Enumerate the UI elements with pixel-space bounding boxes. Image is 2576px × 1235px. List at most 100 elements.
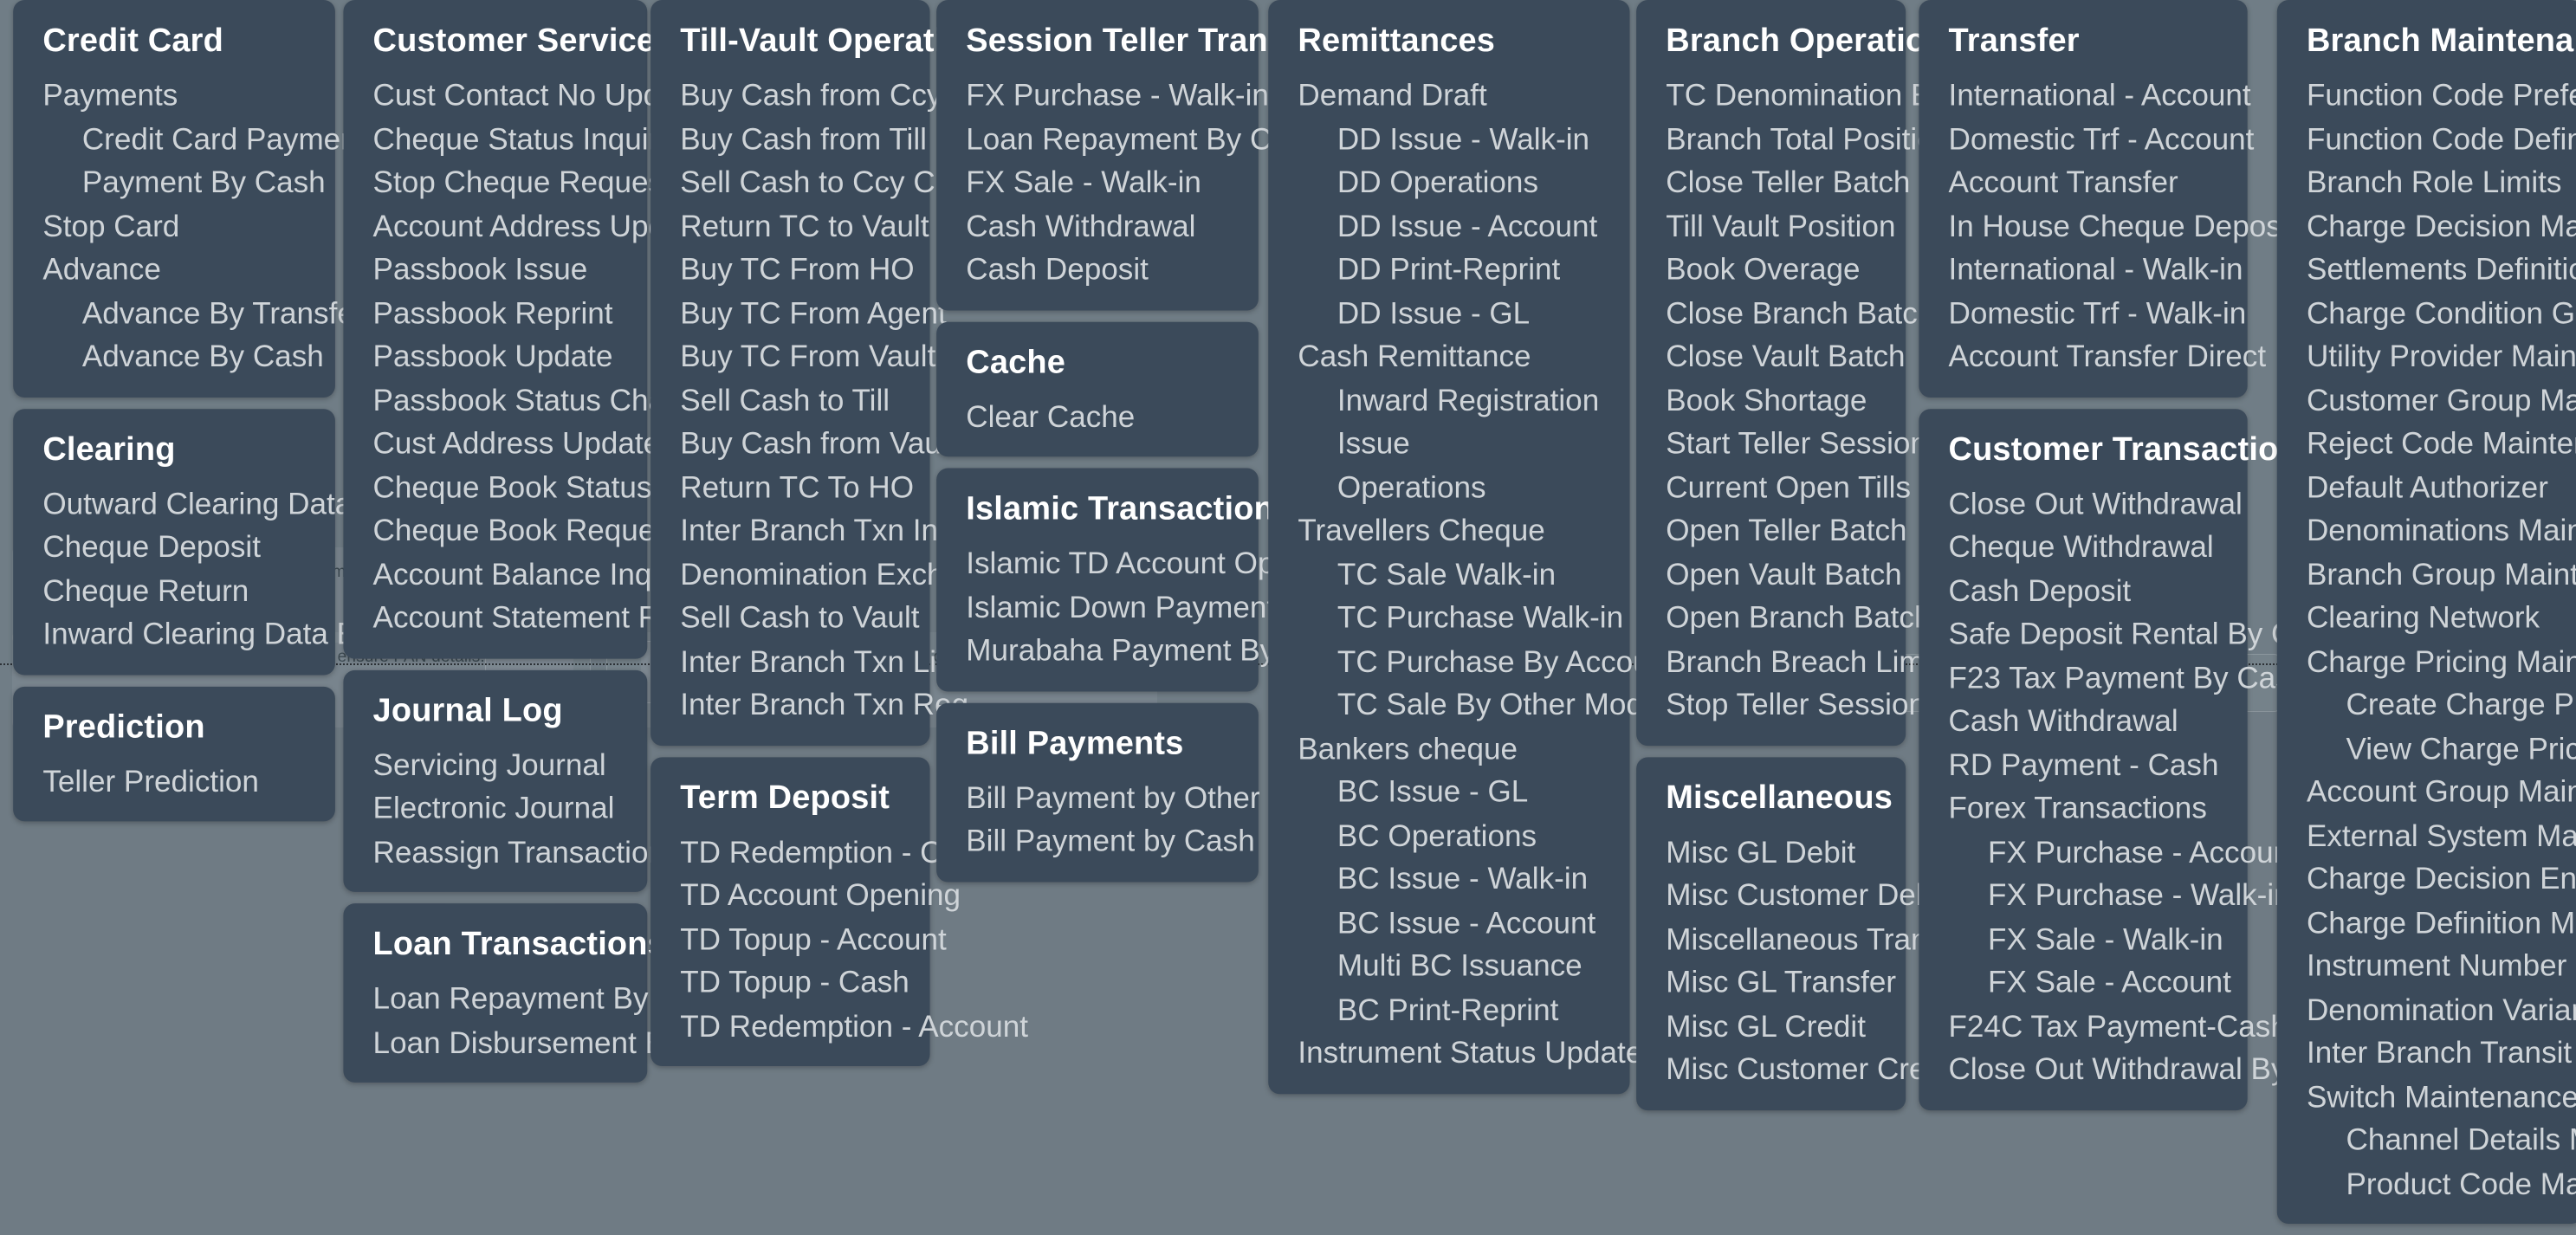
menu-item[interactable]: RD Payment - Cash: [1919, 743, 2247, 786]
menu-item[interactable]: Sell Cash to Till: [650, 378, 929, 422]
menu-item[interactable]: Branch Total Position: [1636, 118, 1951, 161]
menu-item[interactable]: Travellers Cheque: [1268, 509, 1629, 553]
menu-item[interactable]: Till Vault Position: [1636, 204, 1906, 248]
menu-item[interactable]: Branch Group Maintenance: [2277, 553, 2576, 596]
menu-item[interactable]: External System Maintenance: [2277, 814, 2576, 857]
menu-item[interactable]: FX Sale - Account: [1919, 961, 2247, 1005]
menu-item[interactable]: Account Address Update: [343, 204, 708, 248]
menu-item[interactable]: Charge Condition Group Maintenance: [2277, 292, 2576, 335]
menu-item[interactable]: DD Print-Reprint: [1268, 248, 1629, 291]
menu-item[interactable]: Denomination Exchange: [650, 553, 1011, 596]
menu-item[interactable]: F23 Tax Payment By Cash: [1919, 656, 2307, 700]
menu-item[interactable]: BC Issue - Account: [1268, 901, 1629, 944]
menu-item[interactable]: Stop Card: [13, 204, 335, 248]
menu-item[interactable]: TC Purchase By Account: [1268, 640, 1675, 683]
menu-item[interactable]: Buy TC From Agent: [650, 292, 947, 335]
menu-item[interactable]: BC Issue - GL: [1268, 771, 1629, 814]
menu-item[interactable]: Reject Code Maintenance: [2277, 422, 2576, 465]
menu-item[interactable]: Forex Transactions: [1919, 787, 2247, 831]
menu-item[interactable]: Teller Prediction: [13, 760, 335, 803]
menu-item[interactable]: Issue: [1268, 422, 1629, 465]
menu-item[interactable]: Account Transfer Direct: [1919, 335, 2266, 378]
menu-item[interactable]: DD Issue - Walk-in: [1268, 118, 1629, 161]
menu-item[interactable]: Close Teller Batch: [1636, 161, 1910, 204]
menu-item[interactable]: Misc Customer Credit: [1636, 1048, 1958, 1091]
menu-item[interactable]: Default Authorizer: [2277, 466, 2576, 509]
menu-item[interactable]: International - Walk-in: [1919, 248, 2247, 291]
menu-item[interactable]: Function Code Definition: [2277, 118, 2576, 161]
menu-item[interactable]: Cash Withdrawal: [1919, 700, 2247, 743]
menu-item[interactable]: BC Issue - Walk-in: [1268, 857, 1629, 901]
menu-item[interactable]: View Charge Pricing Maintenance: [2277, 727, 2576, 770]
menu-item[interactable]: Branch Role Limits: [2277, 161, 2576, 204]
menu-item[interactable]: Inter Branch Txn Input: [650, 509, 981, 553]
menu-item[interactable]: Denomination Variance Maintenance: [2277, 988, 2576, 1031]
menu-item[interactable]: DD Issue - Account: [1268, 204, 1629, 248]
menu-item[interactable]: Bill Payment by Other Modes: [936, 776, 1359, 819]
menu-item[interactable]: Charge Decision Enquiry: [2277, 857, 2576, 901]
menu-item[interactable]: Misc GL Debit: [1636, 831, 1906, 874]
menu-item[interactable]: Channel Details Maintanence: [2277, 1119, 2576, 1162]
menu-item[interactable]: DD Issue - GL: [1268, 292, 1629, 335]
menu-item[interactable]: Passbook Reprint: [343, 292, 647, 335]
menu-item[interactable]: Clearing Network: [2277, 597, 2576, 640]
menu-item[interactable]: Return TC To HO: [650, 466, 929, 509]
menu-item[interactable]: Open Vault Batch: [1636, 553, 1906, 596]
menu-item[interactable]: Inter Branch Txn Liq: [650, 640, 953, 683]
menu-item[interactable]: Passbook Issue: [343, 248, 647, 291]
menu-item[interactable]: Cheque Book Request: [343, 509, 679, 553]
menu-item[interactable]: Inter Branch Transit Account: [2277, 1031, 2576, 1075]
menu-item[interactable]: TD Redemption - Cash: [650, 831, 991, 874]
menu-item[interactable]: Utility Provider Maintenance: [2277, 335, 2576, 378]
menu-item[interactable]: Buy Cash from Till: [650, 118, 929, 161]
menu-item[interactable]: Inward Registration: [1268, 378, 1629, 422]
menu-item[interactable]: Clear Cache: [936, 395, 1259, 438]
menu-item[interactable]: Account Transfer: [1919, 161, 2247, 204]
menu-item[interactable]: Stop Cheque Request: [343, 161, 672, 204]
menu-item[interactable]: TD Redemption - Account: [650, 1005, 1028, 1048]
menu-item[interactable]: Electronic Journal: [343, 787, 647, 831]
menu-item[interactable]: Sell Cash to Ccy Chest: [650, 161, 993, 204]
menu-item[interactable]: Customer Group Maintenance: [2277, 378, 2576, 422]
menu-item[interactable]: Buy TC From Vault: [650, 335, 935, 378]
menu-item[interactable]: Miscellaneous Transfer: [1636, 917, 1978, 960]
menu-item[interactable]: Close Out Withdrawal By Multi Mode: [1919, 1048, 2443, 1091]
menu-item[interactable]: Bill Payment by Cash: [936, 819, 1259, 863]
menu-item[interactable]: Islamic Down Payment By Cash: [936, 585, 1398, 629]
menu-item[interactable]: Cheque Return: [13, 569, 335, 612]
menu-item[interactable]: TC Sale By Other Modes: [1268, 683, 1675, 727]
menu-item[interactable]: TD Topup - Cash: [650, 961, 929, 1005]
menu-item[interactable]: Open Teller Batch: [1636, 509, 1906, 553]
menu-item[interactable]: Denominations Maintenance: [2277, 509, 2576, 553]
menu-item[interactable]: Settlements Definition: [2277, 248, 2576, 291]
menu-item[interactable]: Reassign Transactions: [343, 831, 681, 874]
menu-item[interactable]: Multi BC Issuance: [1268, 945, 1629, 988]
menu-item[interactable]: Safe Deposit Rental By Cash: [1919, 612, 2341, 656]
menu-item[interactable]: Servicing Journal: [343, 743, 647, 786]
menu-item[interactable]: Buy Cash from Vault: [650, 422, 956, 465]
menu-item[interactable]: Advance By Cash: [13, 335, 335, 378]
menu-item[interactable]: Payment By Cash: [13, 161, 335, 204]
menu-item[interactable]: Advance: [13, 248, 335, 291]
menu-item[interactable]: Cash Deposit: [936, 248, 1259, 291]
menu-item[interactable]: BC Print-Reprint: [1268, 988, 1629, 1031]
menu-item[interactable]: Cash Remittance: [1268, 335, 1629, 378]
menu-item[interactable]: F24C Tax Payment-Cash: [1919, 1005, 2287, 1048]
menu-item[interactable]: Inward Clearing Data Entry: [13, 612, 407, 656]
menu-item[interactable]: Current Open Tills: [1636, 466, 1911, 509]
menu-item[interactable]: Operations: [1268, 466, 1629, 509]
menu-item[interactable]: DD Operations: [1268, 161, 1629, 204]
menu-item[interactable]: Close Branch Batch: [1636, 292, 1934, 335]
menu-item[interactable]: Charge Definition Maintenance: [2277, 901, 2576, 944]
menu-item[interactable]: Cheque Status Inquiry: [343, 118, 674, 161]
menu-item[interactable]: Cash Withdrawal: [936, 204, 1259, 248]
menu-item[interactable]: Bankers cheque: [1268, 727, 1629, 770]
menu-item[interactable]: Book Overage: [1636, 248, 1906, 291]
menu-item[interactable]: Passbook Update: [343, 335, 647, 378]
menu-item[interactable]: FX Sale - Walk-in: [1919, 917, 2247, 960]
menu-item[interactable]: Payments: [13, 74, 335, 117]
menu-item[interactable]: Stop Teller Session: [1636, 683, 1926, 727]
menu-item[interactable]: Sell Cash to Vault: [650, 597, 929, 640]
menu-item[interactable]: Inter Branch Txn Req: [650, 683, 968, 727]
menu-item[interactable]: Function Code Preferences: [2277, 74, 2576, 117]
